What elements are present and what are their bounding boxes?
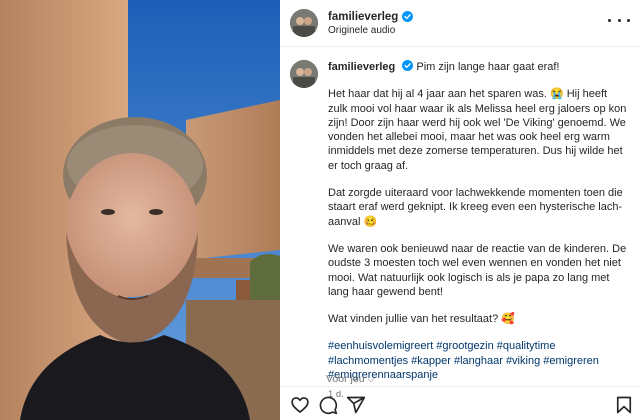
- caption-avatar[interactable]: [290, 60, 318, 88]
- post-details-panel: familieverleg Originele audio familiever…: [280, 0, 640, 420]
- chevron-down-icon: ⌵: [367, 373, 375, 384]
- more-options-icon: [608, 18, 611, 22]
- post-media[interactable]: [0, 0, 280, 420]
- bookmark-icon[interactable]: [614, 395, 634, 415]
- heart-icon[interactable]: [290, 395, 310, 415]
- header-username[interactable]: familieverleg: [328, 11, 398, 23]
- for-you-link[interactable]: Voor jou ⌵: [326, 373, 374, 385]
- caption-headline: familieverleg Pim zijn lange haar gaat e…: [328, 60, 628, 74]
- comment-icon[interactable]: [318, 395, 338, 415]
- original-audio-link[interactable]: Originele audio: [328, 25, 413, 36]
- caption-title: Pim zijn lange haar gaat eraf!: [416, 61, 560, 73]
- for-you-label: Voor jou: [326, 373, 365, 385]
- post-caption: familieverleg Pim zijn lange haar gaat e…: [290, 60, 630, 403]
- caption-paragraph: Wat vinden jullie van het resultaat? 🥰: [328, 313, 515, 326]
- caption-paragraph: Het haar dat hij al 4 jaar aan het spare…: [328, 88, 627, 172]
- caption-paragraph: We waren ook benieuwd naar de reactie va…: [328, 242, 627, 298]
- caption-paragraph: Dat zorgde uiteraard voor lachwekkende m…: [328, 187, 623, 228]
- more-options-button[interactable]: [608, 13, 630, 27]
- avatar[interactable]: [290, 9, 318, 37]
- action-bar: [280, 386, 640, 420]
- share-icon[interactable]: [346, 395, 366, 415]
- verified-badge-icon: [402, 11, 414, 22]
- post-header: familieverleg Originele audio: [280, 0, 640, 47]
- verified-badge-icon: [402, 60, 414, 71]
- caption-username[interactable]: familieverleg: [328, 61, 395, 73]
- post-photo: [0, 0, 280, 420]
